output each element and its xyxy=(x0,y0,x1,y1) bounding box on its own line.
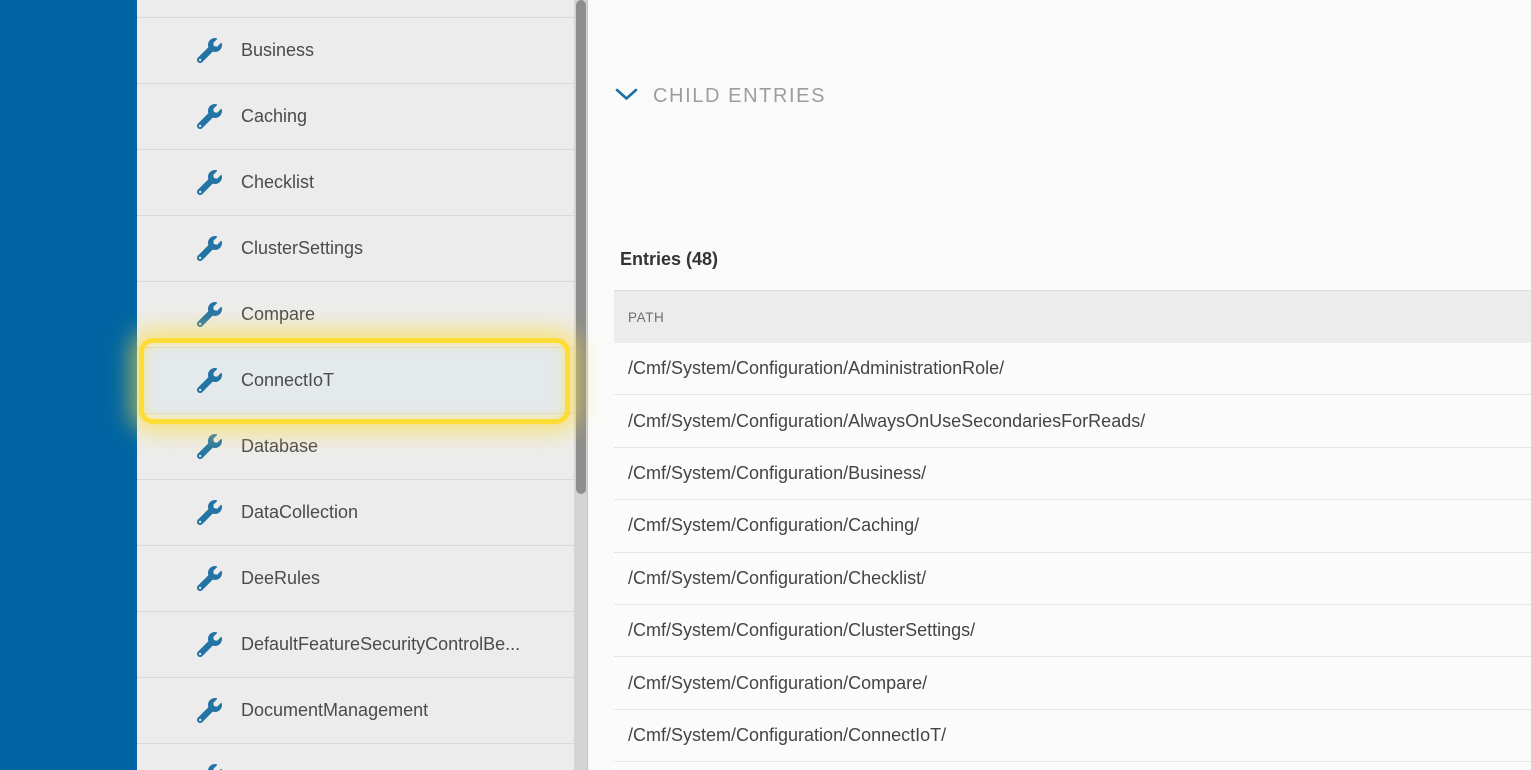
wrench-icon xyxy=(196,698,222,724)
config-list-item-label: Database xyxy=(241,436,318,457)
path-cell: /Cmf/System/Configuration/Caching/ xyxy=(628,515,919,536)
wrench-icon xyxy=(196,632,222,658)
config-list-item-label: Checklist xyxy=(241,172,314,193)
config-list: Business Caching Checklist ClusterSettings C… xyxy=(137,0,574,770)
config-list-item-documentmanagement[interactable]: DocumentManagement xyxy=(137,678,574,744)
config-list-item-checklist[interactable]: Checklist xyxy=(137,150,574,216)
table-header-row: PATH xyxy=(614,290,1531,343)
config-list-item-defaultfeaturesecuritycontrolbe[interactable]: DefaultFeatureSecurityControlBe... xyxy=(137,612,574,678)
app-sidebar xyxy=(0,0,137,770)
table-body: /Cmf/System/Configuration/Administration… xyxy=(614,343,1531,769)
table-row[interactable]: /Cmf/System/Configuration/Compare/ xyxy=(614,657,1531,709)
wrench-icon xyxy=(196,764,222,770)
entries-table: PATH /Cmf/System/Configuration/Administr… xyxy=(614,290,1531,770)
config-list-item-label: ClusterSettings xyxy=(241,238,363,259)
config-list-item-compare[interactable]: Compare xyxy=(137,282,574,348)
wrench-icon xyxy=(196,566,222,592)
path-cell: /Cmf/System/Configuration/ConnectIoT/ xyxy=(628,725,946,746)
path-cell: /Cmf/System/Configuration/AlwaysOnUseSec… xyxy=(628,411,1145,432)
wrench-icon xyxy=(196,104,222,130)
config-list-panel: Business Caching Checklist ClusterSettings C… xyxy=(137,0,588,770)
config-list-item-connectiot[interactable]: ConnectIoT xyxy=(137,348,574,414)
table-row[interactable]: /Cmf/System/Configuration/AlwaysOnUseSec… xyxy=(614,395,1531,447)
wrench-icon xyxy=(196,500,222,526)
config-list-item-deerules[interactable]: DeeRules xyxy=(137,546,574,612)
config-list-item-label: DeeRules xyxy=(241,568,320,589)
table-row[interactable]: /Cmf/System/Configuration/Checklist/ xyxy=(614,553,1531,605)
chevron-down-icon xyxy=(615,88,638,106)
config-list-item-label: Caching xyxy=(241,106,307,127)
config-list-item-datacollection[interactable]: DataCollection xyxy=(137,480,574,546)
config-list-item-label: DataCollection xyxy=(241,502,358,523)
table-row[interactable]: /Cmf/System/Configuration/ClusterSetting… xyxy=(614,605,1531,657)
wrench-icon xyxy=(196,38,222,64)
path-cell: /Cmf/System/Configuration/Business/ xyxy=(628,463,926,484)
config-list-item-label: ConnectIoT xyxy=(241,370,334,391)
section-title: CHILD ENTRIES xyxy=(653,85,826,108)
table-row[interactable]: /Cmf/System/Configuration/Caching/ xyxy=(614,500,1531,552)
wrench-icon xyxy=(196,236,222,262)
wrench-icon xyxy=(196,368,222,394)
config-list-item-database[interactable]: Database xyxy=(137,414,574,480)
config-list-item-label: DocumentManagement xyxy=(241,700,428,721)
path-cell: /Cmf/System/Configuration/Checklist/ xyxy=(628,568,926,589)
config-list-item-label: Compare xyxy=(241,304,315,325)
path-cell: /Cmf/System/Configuration/Administration… xyxy=(628,358,1004,379)
config-list-item-label: Business xyxy=(241,40,314,61)
entries-count-title: Entries (48) xyxy=(620,249,718,270)
list-scrollbar-track[interactable] xyxy=(574,0,588,770)
config-list-item-caching[interactable]: Caching xyxy=(137,84,574,150)
config-list-item-clustersettings[interactable]: ClusterSettings xyxy=(137,216,574,282)
child-entries-section-toggle[interactable]: CHILD ENTRIES xyxy=(615,85,826,108)
table-row[interactable]: /Cmf/System/Configuration/ConnectIoT/ xyxy=(614,710,1531,762)
config-list-item-business[interactable]: Business xyxy=(137,18,574,84)
column-header-path[interactable]: PATH xyxy=(628,310,664,325)
main-content: CHILD ENTRIES Entries (48) PATH /Cmf/Sys… xyxy=(588,0,1531,770)
config-list-item-label: DefaultFeatureSecurityControlBe... xyxy=(241,634,520,655)
table-row-partial xyxy=(614,762,1531,769)
path-cell: /Cmf/System/Configuration/ClusterSetting… xyxy=(628,620,975,641)
config-list-item-partial-top[interactable] xyxy=(137,0,574,18)
list-scrollbar-thumb[interactable] xyxy=(576,0,586,494)
table-row[interactable]: /Cmf/System/Configuration/Business/ xyxy=(614,448,1531,500)
wrench-icon xyxy=(196,170,222,196)
app-window: Business Caching Checklist ClusterSettings C… xyxy=(0,0,1531,770)
path-cell: /Cmf/System/Configuration/Compare/ xyxy=(628,673,927,694)
table-row[interactable]: /Cmf/System/Configuration/Administration… xyxy=(614,343,1531,395)
wrench-icon xyxy=(196,434,222,460)
wrench-icon xyxy=(196,302,222,328)
config-list-item-partial-bottom[interactable] xyxy=(137,744,574,770)
